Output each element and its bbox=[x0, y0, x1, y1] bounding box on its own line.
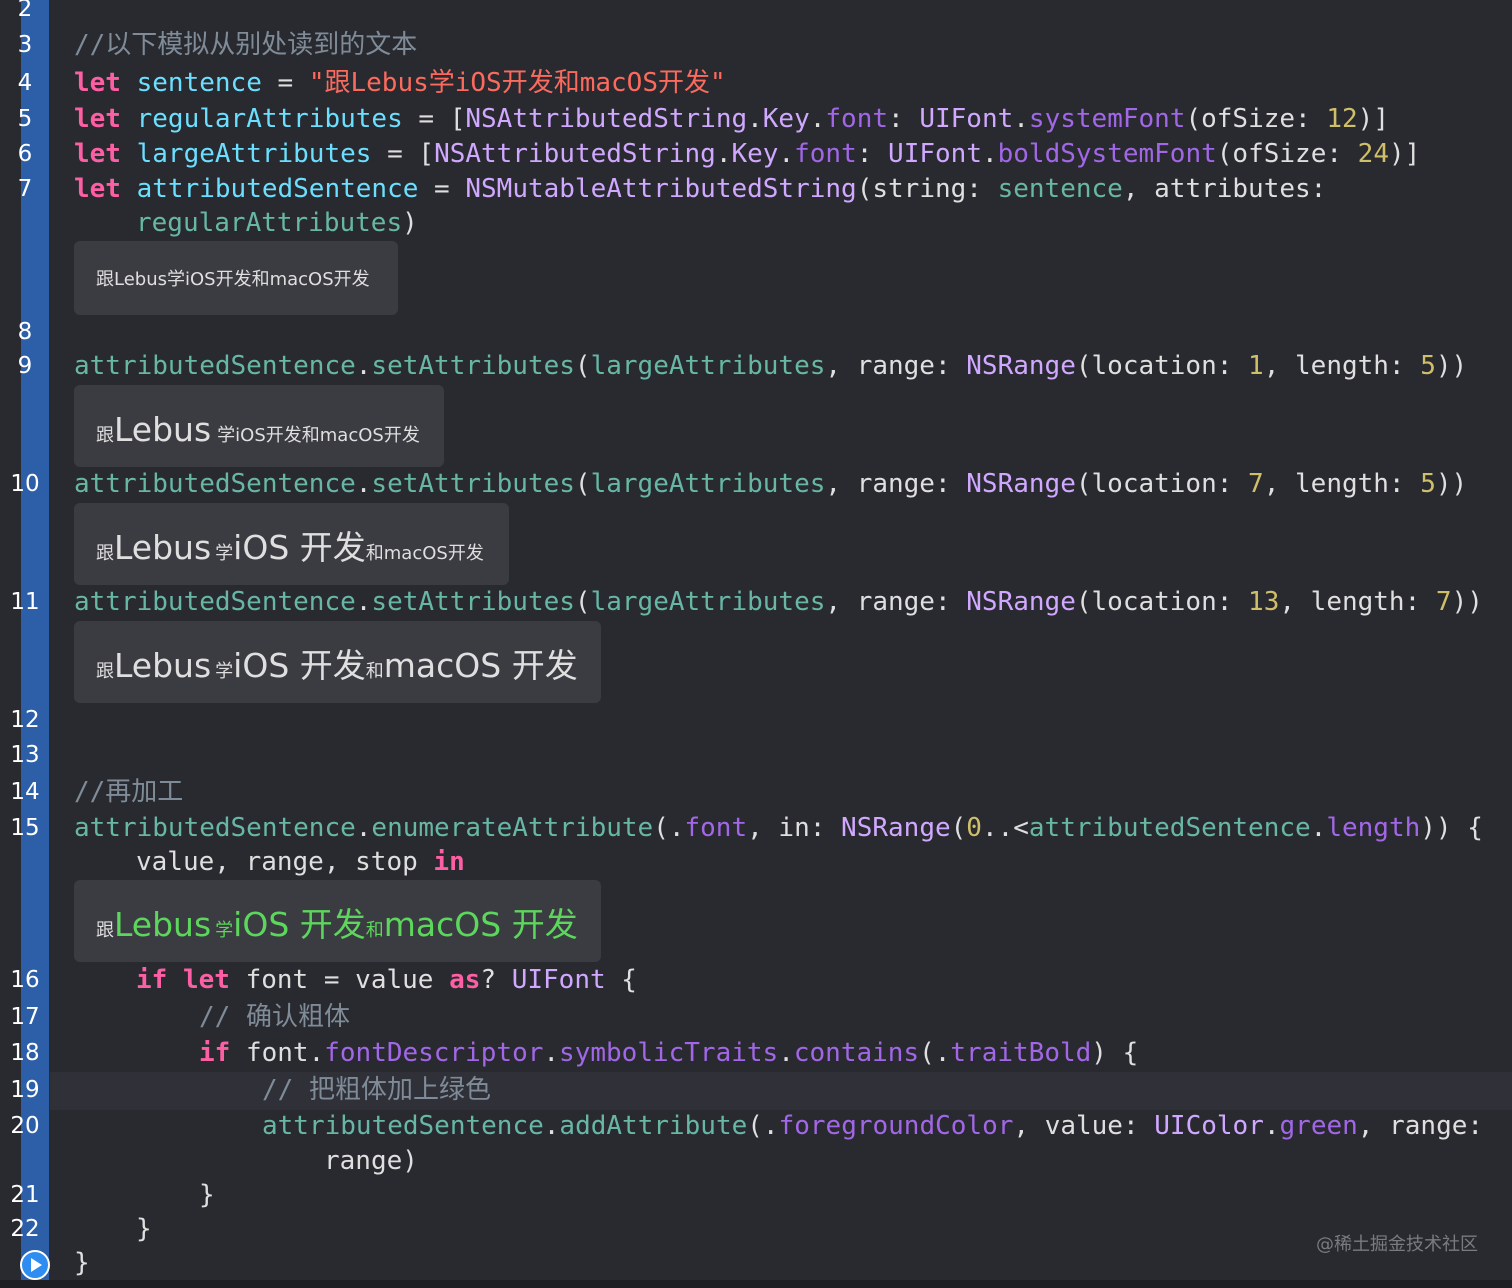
line-number: 4 bbox=[17, 70, 33, 96]
code-line-20[interactable]: attributedSentence.addAttribute(.foregro… bbox=[262, 1109, 1483, 1143]
code-line-14[interactable]: //再加工 bbox=[74, 775, 183, 809]
line-number: 11 bbox=[10, 589, 40, 615]
line-number: 7 bbox=[17, 176, 33, 202]
code-line-10[interactable]: attributedSentence.setAttributes(largeAt… bbox=[74, 467, 1467, 501]
result-bubble-4[interactable]: 跟 Lebus 学 iOS 开发和 macOS 开发 bbox=[74, 621, 601, 703]
result-small: 跟 bbox=[96, 425, 114, 446]
result-small: 跟 bbox=[96, 543, 114, 564]
line-number: 3 bbox=[17, 32, 33, 58]
line-number: 16 bbox=[10, 967, 40, 993]
code-line-18[interactable]: if font.fontDescriptor.symbolicTraits.co… bbox=[199, 1036, 1138, 1070]
code-line-23[interactable]: } bbox=[74, 1246, 90, 1280]
result-small: 和 bbox=[365, 920, 384, 941]
line-number: 8 bbox=[17, 319, 33, 345]
code-line-7-wrap[interactable]: regularAttributes) bbox=[136, 206, 418, 240]
result-small: 跟 bbox=[96, 920, 114, 941]
result-bubble-5[interactable]: 跟 Lebus 学 iOS 开发和 macOS 开发 bbox=[74, 880, 601, 962]
line-number: 18 bbox=[10, 1040, 40, 1066]
code-line-9[interactable]: attributedSentence.setAttributes(largeAt… bbox=[74, 349, 1467, 383]
result-bold: macOS 开发 bbox=[383, 905, 578, 944]
line-number: 20 bbox=[10, 1113, 40, 1139]
code-line-15[interactable]: attributedSentence.enumerateAttribute(.f… bbox=[74, 811, 1483, 845]
result-bold: iOS 开发 bbox=[233, 528, 366, 567]
result-bubble-2[interactable]: 跟 Lebus 学iOS开发和macOS开发 bbox=[74, 385, 444, 467]
result-small: 学 bbox=[215, 920, 234, 941]
result-small: 学iOS开发和macOS开发 bbox=[217, 425, 420, 446]
result-bold: macOS 开发 bbox=[383, 646, 578, 685]
bottom-divider bbox=[0, 1280, 1512, 1288]
result-text: 跟Lebus学iOS开发和macOS开发 bbox=[96, 269, 370, 290]
line-number: 12 bbox=[10, 707, 40, 733]
code-line-20-wrap[interactable]: range) bbox=[324, 1144, 418, 1178]
line-number: 15 bbox=[10, 815, 40, 841]
run-play-icon[interactable] bbox=[20, 1250, 50, 1280]
line-number: 14 bbox=[10, 779, 40, 805]
code-line-3[interactable]: //以下模拟从别处读到的文本 bbox=[74, 28, 417, 62]
code-line-21[interactable]: } bbox=[199, 1178, 215, 1212]
result-bubble-1[interactable]: 跟Lebus学iOS开发和macOS开发 bbox=[74, 241, 398, 315]
code-line-4[interactable]: let sentence = "跟Lebus学iOS开发和macOS开发" bbox=[74, 66, 726, 100]
line-number: 9 bbox=[17, 353, 33, 379]
result-small: 学 bbox=[215, 661, 234, 682]
code-line-22[interactable]: } bbox=[136, 1212, 152, 1246]
result-small: 学 bbox=[215, 543, 234, 564]
line-number: 17 bbox=[10, 1004, 40, 1030]
result-bold: iOS 开发 bbox=[233, 905, 366, 944]
result-bubble-3[interactable]: 跟 Lebus 学 iOS 开发 和macOS开发 bbox=[74, 503, 509, 585]
result-bold: Lebus bbox=[114, 410, 212, 449]
watermark: @稀土掘金技术社区 bbox=[1316, 1234, 1478, 1255]
line-number: 22 bbox=[10, 1216, 40, 1242]
result-small: 和macOS开发 bbox=[365, 543, 484, 564]
code-line-5[interactable]: let regularAttributes = [NSAttributedStr… bbox=[74, 102, 1389, 136]
result-bold: Lebus bbox=[114, 528, 212, 567]
result-small: 跟 bbox=[96, 661, 114, 682]
code-line-16[interactable]: if let font = value as? UIFont { bbox=[136, 963, 637, 997]
line-number: 21 bbox=[10, 1182, 40, 1208]
result-bold: Lebus bbox=[114, 646, 212, 685]
result-bold: iOS 开发 bbox=[233, 646, 366, 685]
line-number: 19 bbox=[10, 1077, 40, 1103]
code-line-19[interactable]: // 把粗体加上绿色 bbox=[262, 1073, 491, 1107]
line-number: 6 bbox=[17, 141, 33, 167]
code-line-6[interactable]: let largeAttributes = [NSAttributedStrin… bbox=[74, 137, 1420, 171]
line-number: 5 bbox=[17, 106, 33, 132]
line-number: 13 bbox=[10, 742, 40, 768]
code-line-7[interactable]: let attributedSentence = NSMutableAttrib… bbox=[74, 172, 1326, 206]
code-line-11[interactable]: attributedSentence.setAttributes(largeAt… bbox=[74, 585, 1483, 619]
code-line-17[interactable]: // 确认粗体 bbox=[199, 1000, 350, 1034]
result-bold: Lebus bbox=[114, 905, 212, 944]
line-number: 2 bbox=[17, 0, 33, 22]
line-number: 10 bbox=[10, 471, 40, 497]
code-line-15-wrap[interactable]: value, range, stop in bbox=[136, 845, 465, 879]
result-small: 和 bbox=[365, 661, 384, 682]
